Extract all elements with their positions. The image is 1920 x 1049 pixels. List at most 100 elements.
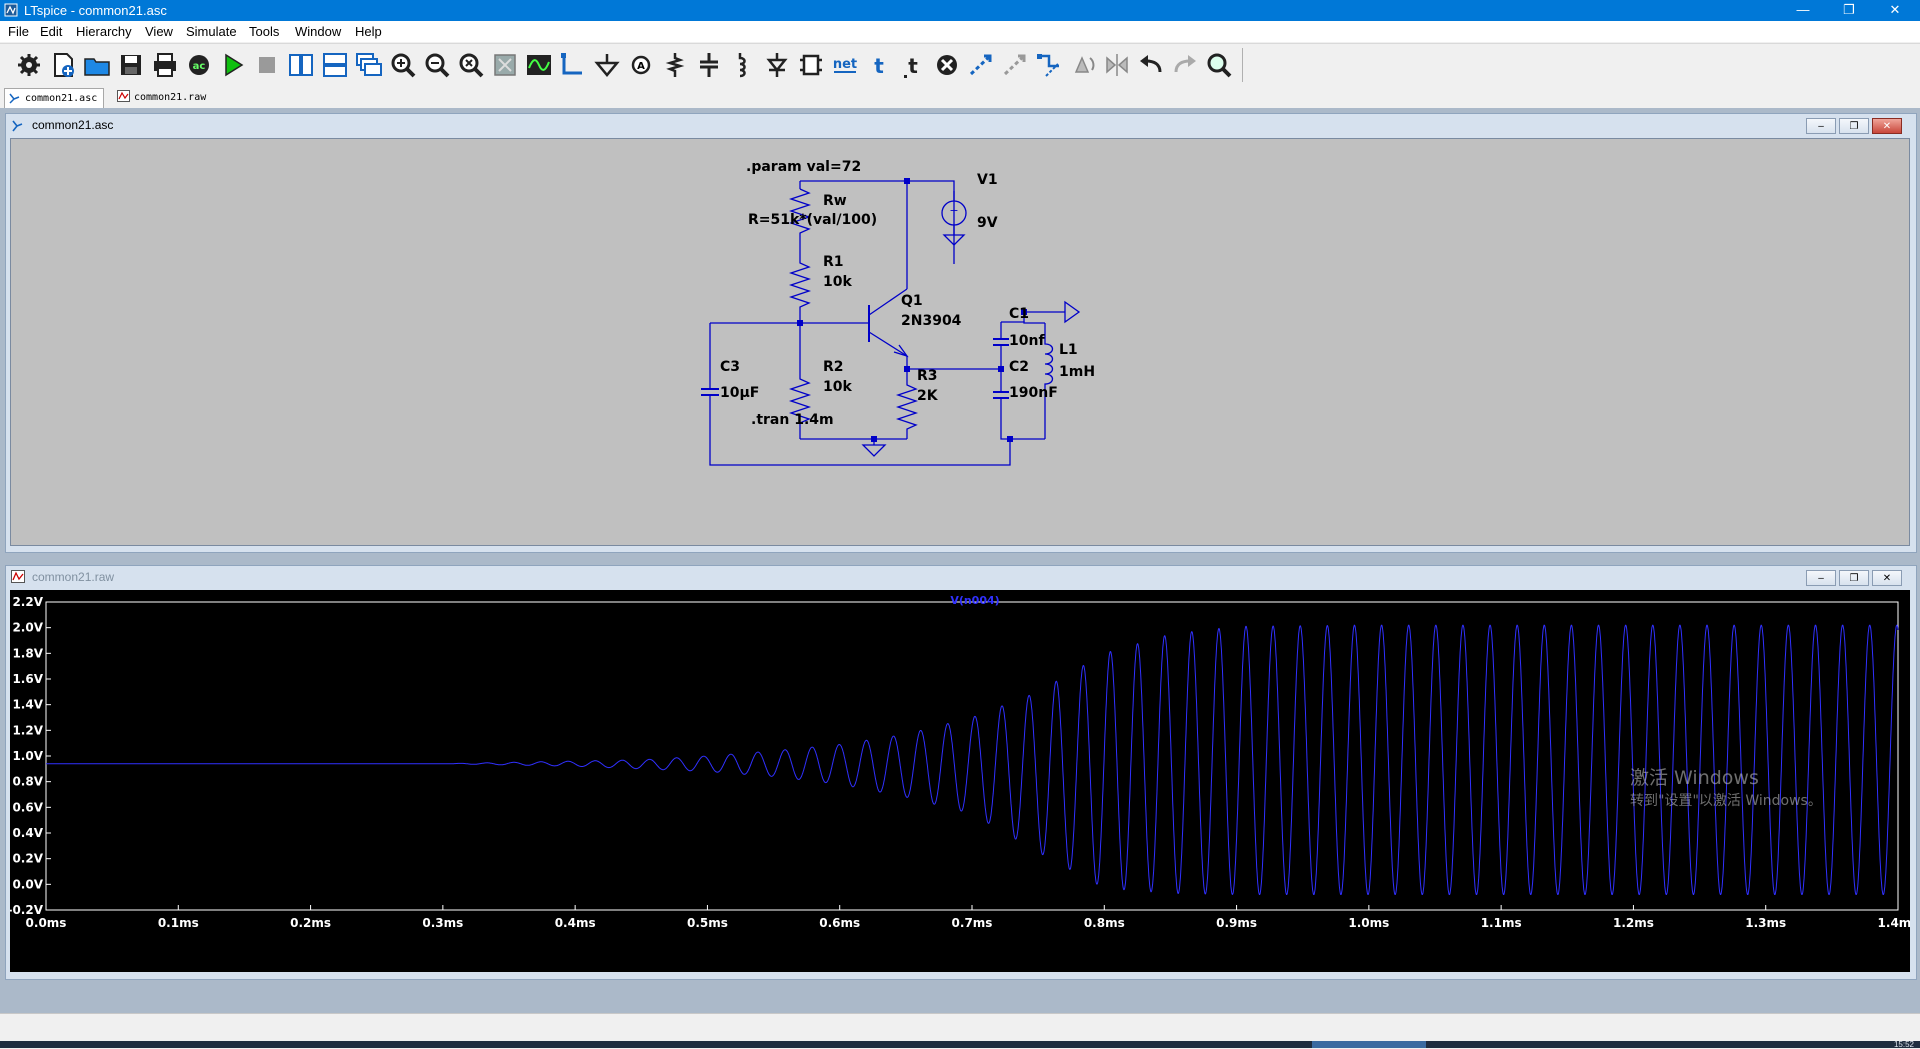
run-icon[interactable]: [218, 50, 248, 80]
menu-hierarchy[interactable]: Hierarchy: [76, 24, 132, 39]
x-tick-label: 0.5ms: [687, 916, 728, 930]
y-tick-label: 2.2V: [12, 595, 43, 609]
ac-analysis-icon[interactable]: ac: [184, 50, 214, 80]
x-tick-label: 0.6ms: [819, 916, 860, 930]
label-net-icon[interactable]: A: [626, 50, 656, 80]
waveform-icon[interactable]: [524, 50, 554, 80]
spice-directive-icon[interactable]: t: [898, 50, 928, 80]
net-icon[interactable]: net: [830, 50, 860, 80]
c1-value: 10nf: [1009, 333, 1045, 349]
status-bar: [0, 1013, 1920, 1042]
y-tick-label: 1.4V: [12, 698, 43, 712]
cascade-icon[interactable]: [354, 50, 384, 80]
menu-simulate[interactable]: Simulate: [186, 24, 237, 39]
undo-icon[interactable]: [1136, 50, 1166, 80]
taskbar-active-app[interactable]: [1312, 1041, 1426, 1048]
minimize-button[interactable]: —: [1780, 0, 1826, 21]
trace-label-v-n004[interactable]: V(n004): [950, 594, 999, 607]
v1-label: V1: [977, 172, 998, 188]
y-axis: 2.2V 2.0V 1.8V 1.6V 1.4V 1.2V 1.0V 0.8V 0.6V 0.4V…: [7, 595, 51, 917]
r1-resistor: [788, 259, 812, 323]
text-icon[interactable]: t: [864, 50, 894, 80]
schematic-canvas[interactable]: + .param val=72 Rw R=51k*(val/100) V1 9V…: [10, 138, 1910, 546]
c3-label: C3: [720, 359, 740, 375]
ground-icon: [861, 444, 887, 457]
r3-value: 2K: [917, 388, 939, 404]
schematic-window-title: common21.asc: [32, 118, 114, 132]
schematic-restore-button[interactable]: ❐: [1839, 118, 1869, 134]
open-icon[interactable]: [82, 50, 112, 80]
x-tick-label: 0.2ms: [290, 916, 331, 930]
zoom-fit-icon[interactable]: [456, 50, 486, 80]
halt-icon[interactable]: [252, 50, 282, 80]
menu-edit[interactable]: Edit: [40, 24, 62, 39]
menu-file[interactable]: File: [8, 24, 29, 39]
title-bar: LTspice - common21.asc — ❐ ✕: [0, 0, 1920, 21]
menu-help[interactable]: Help: [355, 24, 382, 39]
tab-common21-raw[interactable]: common21.raw: [114, 88, 212, 107]
x-tick-label: 0.0ms: [26, 916, 67, 930]
rw-label: Rw: [823, 193, 847, 209]
drag-icon[interactable]: [1034, 50, 1064, 80]
taskbar: 15:52: [0, 1040, 1920, 1049]
delete-icon[interactable]: [932, 50, 962, 80]
menu-window[interactable]: Window: [295, 24, 341, 39]
q1-label: Q1: [901, 293, 923, 309]
c2-label: C2: [1009, 359, 1029, 375]
l1-value: 1mH: [1059, 364, 1095, 380]
diode-icon[interactable]: [762, 50, 792, 80]
r1-value: 10k: [823, 274, 852, 290]
x-tick-label: 1.1ms: [1481, 916, 1522, 930]
mirror-icon[interactable]: [1102, 50, 1132, 80]
schematic-icon: [11, 118, 23, 135]
tab-common21-asc[interactable]: common21.asc: [4, 88, 105, 108]
svg-text:t: t: [908, 54, 918, 78]
waveform-restore-button[interactable]: ❐: [1839, 570, 1869, 586]
capacitor-icon[interactable]: [694, 50, 724, 80]
trace-v-n004[interactable]: [46, 624, 1899, 895]
svg-text:ac: ac: [193, 61, 206, 72]
menu-bar: File Edit Hierarchy View Simulate Tools …: [0, 21, 1920, 42]
y-tick-label: 0.4V: [12, 826, 43, 840]
waveform-plot: 2.2V 2.0V 1.8V 1.6V 1.4V 1.2V 1.0V 0.8V 0.6V 0.4V…: [7, 594, 1918, 930]
param-directive: .param val=72: [746, 159, 861, 175]
settings-icon[interactable]: [14, 50, 44, 80]
restore-button[interactable]: ❐: [1826, 0, 1872, 21]
print-icon[interactable]: [150, 50, 180, 80]
zoom-in-icon[interactable]: [388, 50, 418, 80]
menu-tools[interactable]: Tools: [249, 24, 279, 39]
resistor-icon[interactable]: [660, 50, 690, 80]
y-tick-label: 1.2V: [12, 723, 43, 737]
rotate-icon[interactable]: [1068, 50, 1098, 80]
tile-vertical-icon[interactable]: [286, 50, 316, 80]
duplicate-icon[interactable]: [1000, 50, 1030, 80]
close-button[interactable]: ✕: [1872, 0, 1918, 21]
schematic-minimize-button[interactable]: –: [1806, 118, 1836, 134]
r2-value: 10k: [823, 379, 852, 395]
zoom-full-icon[interactable]: [490, 50, 520, 80]
zoom-out-icon[interactable]: [422, 50, 452, 80]
wire-icon[interactable]: [558, 50, 588, 80]
component-icon[interactable]: [796, 50, 826, 80]
new-schematic-icon[interactable]: [48, 50, 78, 80]
move-icon[interactable]: [966, 50, 996, 80]
ground-icon[interactable]: [592, 50, 622, 80]
y-tick-label: 0.2V: [12, 852, 43, 866]
find-icon[interactable]: [1204, 50, 1234, 80]
redo-icon[interactable]: [1170, 50, 1200, 80]
c1-label: C1: [1009, 306, 1029, 322]
document-tabs: common21.asc common21.raw: [0, 86, 1920, 109]
plot-frame: [45, 601, 1899, 911]
waveform-minimize-button[interactable]: –: [1806, 570, 1836, 586]
menu-view[interactable]: View: [145, 24, 173, 39]
tile-horizontal-icon[interactable]: [320, 50, 350, 80]
tab-label: common21.raw: [134, 92, 207, 103]
schematic-close-button[interactable]: ✕: [1872, 118, 1902, 134]
waveform-close-button[interactable]: ✕: [1872, 570, 1902, 586]
svg-text:t: t: [874, 54, 884, 78]
inductor-icon[interactable]: [728, 50, 758, 80]
waveform-canvas[interactable]: 2.2V 2.0V 1.8V 1.6V 1.4V 1.2V 1.0V 0.8V 0.6V 0.4V…: [7, 590, 1918, 972]
window-title: LTspice - common21.asc: [24, 3, 167, 18]
watermark-line2: 转到"设置"以激活 Windows。: [1630, 793, 1822, 809]
save-icon[interactable]: [116, 50, 146, 80]
